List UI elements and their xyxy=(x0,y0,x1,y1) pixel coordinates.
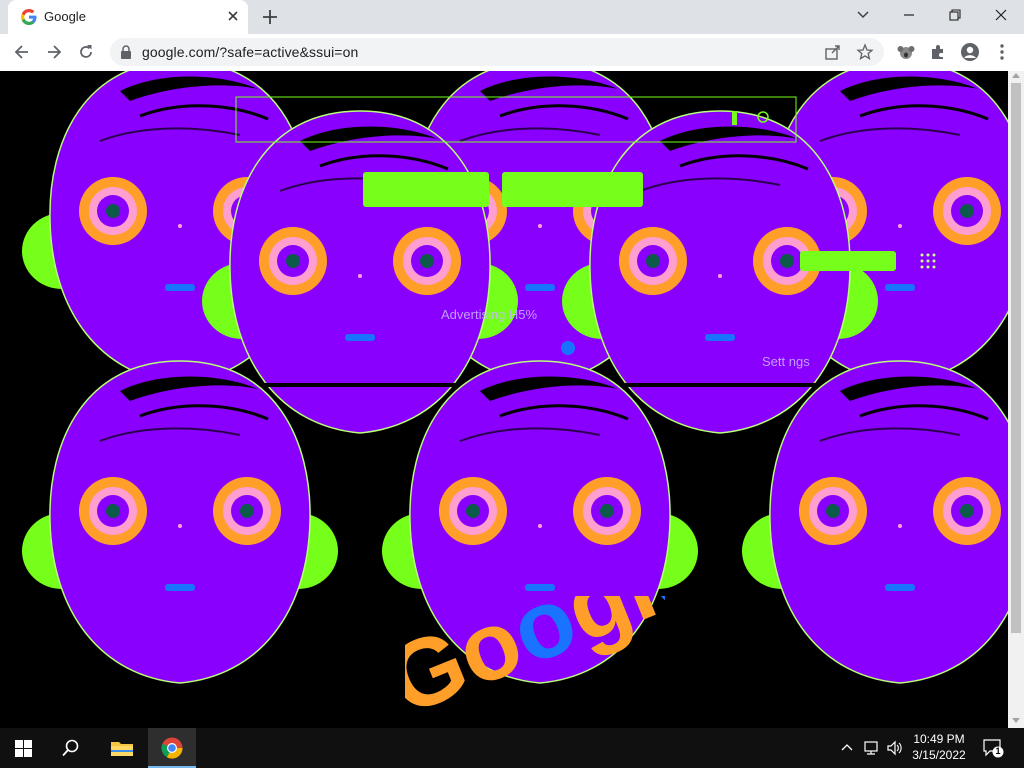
page-content: Advertising H5% Sett ngs Google xyxy=(0,71,1008,728)
google-logo: Google xyxy=(405,596,665,726)
taskbar-search-button[interactable] xyxy=(48,728,96,768)
search-icon xyxy=(62,739,79,757)
share-icon[interactable] xyxy=(824,43,842,61)
back-icon[interactable] xyxy=(12,42,32,62)
extensions-puzzle-icon[interactable] xyxy=(928,42,948,62)
bookmark-star-icon[interactable] xyxy=(856,43,874,61)
minimize-icon[interactable] xyxy=(898,6,920,24)
tab-title: Google xyxy=(44,9,86,24)
svg-text:Google: Google xyxy=(405,596,665,726)
sign-in-button[interactable] xyxy=(800,251,896,271)
scroll-down-icon[interactable] xyxy=(1012,718,1020,723)
profile-avatar-icon[interactable] xyxy=(960,42,980,62)
advertising-link[interactable]: Advertising H5% xyxy=(441,307,537,322)
file-explorer-icon xyxy=(111,742,133,756)
url-text[interactable]: google.com/?safe=active&ssui=on xyxy=(142,44,358,60)
menu-kebab-icon[interactable] xyxy=(992,42,1012,62)
search-button[interactable] xyxy=(363,172,489,207)
face-image xyxy=(20,359,340,685)
chrome-taskbar-button[interactable] xyxy=(148,728,196,768)
extension-koala-icon[interactable] xyxy=(896,42,916,62)
chrome-icon xyxy=(161,737,183,759)
lock-icon[interactable] xyxy=(120,45,132,59)
tab-search-icon[interactable] xyxy=(852,6,874,24)
browser-titlebar: Google xyxy=(0,0,1024,34)
page-scrollbar[interactable] xyxy=(1008,71,1024,728)
restore-icon[interactable] xyxy=(944,6,966,24)
notification-count: 1 xyxy=(995,746,1001,756)
settings-link[interactable]: Sett ngs xyxy=(762,354,810,369)
scroll-up-icon[interactable] xyxy=(1012,73,1020,78)
browser-toolbar: google.com/?safe=active&ssui=on xyxy=(0,34,1024,72)
close-window-icon[interactable] xyxy=(990,6,1012,24)
close-tab-icon[interactable] xyxy=(224,7,242,25)
windows-taskbar: 10:49 PM 3/15/2022 1 xyxy=(0,728,1024,768)
system-clock[interactable]: 10:49 PM 3/15/2022 xyxy=(900,731,978,763)
lucky-button[interactable] xyxy=(502,172,643,207)
reload-icon[interactable] xyxy=(76,42,96,62)
google-g-icon xyxy=(21,9,37,25)
browser-tab[interactable]: Google xyxy=(8,0,248,34)
start-button[interactable] xyxy=(0,728,48,768)
clock-date: 3/15/2022 xyxy=(912,748,966,762)
show-hidden-icons-icon[interactable] xyxy=(838,739,856,757)
forward-icon[interactable] xyxy=(44,42,64,62)
new-tab-icon[interactable] xyxy=(260,7,280,27)
file-explorer-button[interactable] xyxy=(98,728,146,768)
network-icon[interactable] xyxy=(862,739,880,757)
scrollbar-thumb[interactable] xyxy=(1011,83,1021,633)
clock-time: 10:49 PM xyxy=(913,732,965,746)
address-bar[interactable]: google.com/?safe=active&ssui=on xyxy=(110,38,884,66)
windows-start-icon xyxy=(15,740,32,757)
